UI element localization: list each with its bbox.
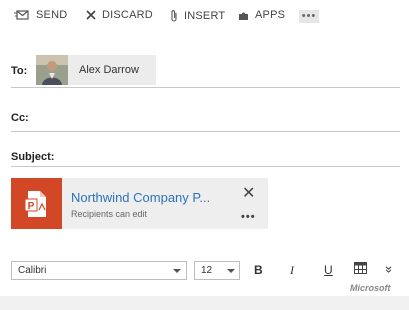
underline-button[interactable]: U	[324, 263, 333, 277]
font-family-select[interactable]: Calibri	[11, 261, 187, 280]
insert-button[interactable]: INSERT	[170, 9, 225, 22]
recipient-name: Alex Darrow	[79, 64, 139, 76]
bottom-edge	[0, 296, 409, 310]
powerpoint-file-icon: P	[11, 178, 62, 229]
svg-text:P: P	[27, 201, 34, 212]
insert-table-button[interactable]	[354, 262, 367, 277]
paperclip-icon	[170, 9, 178, 22]
attachment-permission: Recipients can edit	[71, 209, 148, 219]
discard-button[interactable]: DISCARD	[86, 9, 153, 21]
discard-label: DISCARD	[102, 9, 153, 21]
cc-input[interactable]	[11, 100, 400, 130]
attachment-title[interactable]: Northwind Company P...	[71, 190, 210, 205]
attachment-more-button[interactable]: •••	[241, 211, 256, 223]
cc-field-underline	[11, 131, 400, 132]
brand-watermark: Microsoft	[350, 283, 391, 293]
chevron-down-icon	[173, 269, 181, 273]
to-field-underline	[11, 87, 400, 88]
attachment-card[interactable]: P Northwind Company P... Recipients can …	[11, 178, 268, 229]
font-family-value: Calibri	[18, 265, 47, 276]
to-label: To:	[11, 65, 28, 77]
remove-attachment-button[interactable]: ✕	[242, 186, 255, 202]
expand-toolbar-button[interactable]: »	[382, 266, 397, 273]
puzzle-icon	[238, 10, 249, 21]
send-label: SEND	[36, 9, 68, 21]
more-options-button[interactable]: •••	[299, 10, 319, 23]
font-size-value: 12	[201, 265, 213, 276]
recipient-chip[interactable]: Alex Darrow	[36, 55, 156, 85]
discard-x-icon	[86, 10, 96, 20]
send-icon	[14, 9, 30, 21]
apps-label: APPS	[255, 9, 286, 21]
insert-label: INSERT	[184, 9, 226, 22]
chevron-down-icon	[227, 269, 235, 273]
more-options-label: •••	[301, 10, 317, 22]
italic-button[interactable]: I	[290, 263, 294, 278]
font-size-select[interactable]: 12	[194, 261, 240, 280]
bold-button[interactable]: B	[254, 263, 263, 277]
apps-button[interactable]: APPS	[238, 9, 285, 21]
send-button[interactable]: SEND	[14, 9, 67, 21]
subject-input[interactable]	[62, 140, 400, 166]
compose-toolbar: SEND DISCARD INSERT APPS •••	[0, 0, 409, 34]
table-icon	[354, 262, 367, 277]
avatar	[36, 55, 68, 85]
subject-field-underline	[11, 166, 400, 167]
subject-label: Subject:	[11, 151, 55, 163]
